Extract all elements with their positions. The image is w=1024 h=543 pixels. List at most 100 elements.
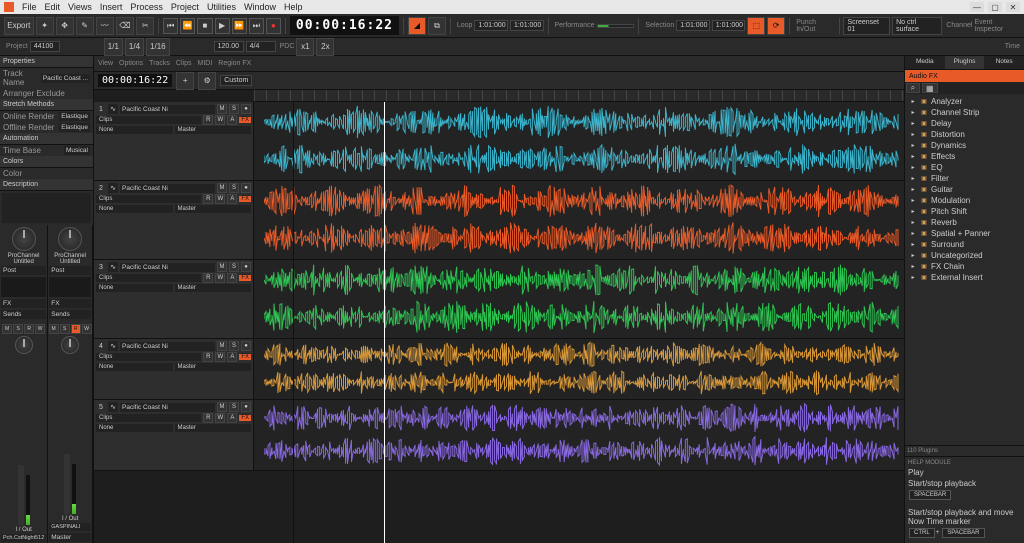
fx-slot[interactable]: FX: [239, 196, 251, 202]
pdc-x2-button[interactable]: 2x: [316, 38, 334, 56]
route-left[interactable]: Pch.CstNight512: [1, 534, 46, 542]
browser-layout-button[interactable]: ▦: [922, 83, 938, 93]
r-btn-right[interactable]: R: [71, 324, 81, 334]
s-btn-right[interactable]: S: [60, 324, 70, 334]
solo-button[interactable]: S: [229, 402, 239, 412]
minimize-button[interactable]: —: [970, 2, 984, 12]
read-button[interactable]: R: [203, 273, 213, 283]
browser-filter-button[interactable]: ⌕: [906, 83, 920, 93]
solo-button[interactable]: S: [229, 183, 239, 193]
tempo-value[interactable]: 120.00: [214, 41, 244, 52]
sel-from[interactable]: 1:01:000: [676, 20, 710, 31]
main-timecode[interactable]: 00:00:16:22: [290, 16, 399, 35]
rewind-button[interactable]: ⏪: [180, 18, 195, 34]
split-tool-button[interactable]: ✂: [136, 17, 154, 35]
fx-slot[interactable]: FX: [239, 275, 251, 281]
gte-button[interactable]: ⏭: [249, 18, 264, 34]
close-button[interactable]: ✕: [1006, 2, 1020, 12]
tv-tab-options[interactable]: Options: [119, 60, 143, 67]
tv-tab-clips[interactable]: Clips: [176, 60, 192, 67]
sends-button-left[interactable]: Sends: [1, 310, 46, 319]
audio-clip[interactable]: [264, 141, 900, 177]
read-button[interactable]: R: [203, 194, 213, 204]
snap-quarter-button[interactable]: 1/4: [125, 38, 144, 56]
sel-snap-button[interactable]: ⬚: [747, 17, 765, 35]
plugin-category[interactable]: ▸▣Effects: [907, 151, 1022, 162]
menu-views[interactable]: Views: [68, 2, 92, 12]
audio-clip[interactable]: [264, 183, 900, 219]
tv-custom-dropdown[interactable]: Custom: [220, 75, 252, 86]
ctrl-surface-dropdown[interactable]: No ctrl surface: [892, 17, 942, 35]
tv-options-button[interactable]: ⚙: [198, 72, 216, 90]
online-render-value[interactable]: Elastique: [59, 112, 90, 121]
plugin-category[interactable]: ▸▣Pitch Shift: [907, 206, 1022, 217]
track-name[interactable]: Pacific Coast Ni: [120, 342, 215, 351]
solo-button[interactable]: S: [229, 341, 239, 351]
erase-tool-button[interactable]: ⌫: [116, 17, 135, 35]
fx-button-left[interactable]: FX: [1, 299, 46, 308]
menu-insert[interactable]: Insert: [100, 2, 123, 12]
menu-window[interactable]: Window: [244, 2, 276, 12]
meter-value[interactable]: 4/4: [246, 41, 276, 52]
timebase-value[interactable]: Musical: [64, 146, 90, 155]
output-dropdown[interactable]: Master: [175, 126, 252, 134]
track-lane[interactable]: [254, 102, 904, 180]
fx-slot[interactable]: FX: [239, 117, 251, 123]
menu-edit[interactable]: Edit: [45, 2, 61, 12]
output-dropdown[interactable]: Master: [175, 205, 252, 213]
sel-to[interactable]: 1:01:000: [712, 20, 746, 31]
read-button[interactable]: R: [203, 115, 213, 125]
w-btn-right[interactable]: W: [82, 324, 92, 334]
fx-slot[interactable]: FX: [239, 415, 251, 421]
pdc-x1-button[interactable]: x1: [296, 38, 314, 56]
plugin-category[interactable]: ▸▣Modulation: [907, 195, 1022, 206]
arm-button[interactable]: ●: [241, 402, 251, 412]
fx-button-right[interactable]: FX: [49, 299, 91, 308]
archive-button[interactable]: A: [227, 194, 237, 204]
track-header[interactable]: 1 ∿ Pacific Coast Ni M S ● Clips R W A F…: [94, 102, 254, 180]
s-btn-left[interactable]: S: [13, 324, 23, 334]
sample-rate[interactable]: 44100: [30, 41, 60, 52]
plugin-category[interactable]: ▸▣Surround: [907, 239, 1022, 250]
plugin-category[interactable]: ▸▣Filter: [907, 173, 1022, 184]
menu-help[interactable]: Help: [284, 2, 303, 12]
mute-button[interactable]: M: [217, 104, 227, 114]
clips-dropdown[interactable]: Clips: [96, 274, 201, 282]
mute-button[interactable]: M: [217, 402, 227, 412]
loop-from[interactable]: 1:01:000: [474, 20, 508, 31]
clips-dropdown[interactable]: Clips: [96, 353, 201, 361]
solo-button[interactable]: S: [229, 262, 239, 272]
audio-clip[interactable]: [264, 299, 900, 335]
plugin-category[interactable]: ▸▣Channel Strip: [907, 107, 1022, 118]
post-button-left[interactable]: Post: [1, 266, 46, 275]
track-header[interactable]: 5 ∿ Pacific Coast Ni M S ● Clips R W A F…: [94, 400, 254, 470]
clips-dropdown[interactable]: Clips: [96, 116, 201, 124]
plugin-category[interactable]: ▸▣Uncategorized: [907, 250, 1022, 261]
fx-slot[interactable]: FX: [239, 354, 251, 360]
read-button[interactable]: R: [203, 413, 213, 423]
clips-dropdown[interactable]: Clips: [96, 414, 201, 422]
gain-knob-right[interactable]: [58, 227, 82, 251]
input-dropdown[interactable]: None: [96, 363, 173, 371]
track-lane[interactable]: [254, 400, 904, 470]
eq-display-right[interactable]: [49, 277, 91, 297]
r-btn-left[interactable]: R: [24, 324, 34, 334]
time-ruler[interactable]: [254, 90, 904, 102]
audio-clip[interactable]: [264, 369, 900, 396]
audio-clip[interactable]: [264, 220, 900, 256]
maximize-button[interactable]: ▢: [988, 2, 1002, 12]
pan-knob-left[interactable]: [15, 336, 33, 354]
write-button[interactable]: W: [215, 273, 225, 283]
browser-subheader[interactable]: Audio FX: [905, 70, 1024, 82]
tv-tab-midi[interactable]: MIDI: [197, 60, 212, 67]
arm-button[interactable]: ●: [241, 183, 251, 193]
audio-clip[interactable]: [264, 104, 900, 140]
write-button[interactable]: W: [215, 413, 225, 423]
audio-clip[interactable]: [264, 402, 900, 434]
fader-right[interactable]: [64, 454, 70, 514]
input-dropdown[interactable]: None: [96, 424, 173, 432]
audio-clip[interactable]: [264, 341, 900, 368]
output-dropdown[interactable]: Master: [175, 424, 252, 432]
record-button[interactable]: ●: [266, 18, 281, 34]
ffwd-button[interactable]: ⏩: [232, 18, 247, 34]
